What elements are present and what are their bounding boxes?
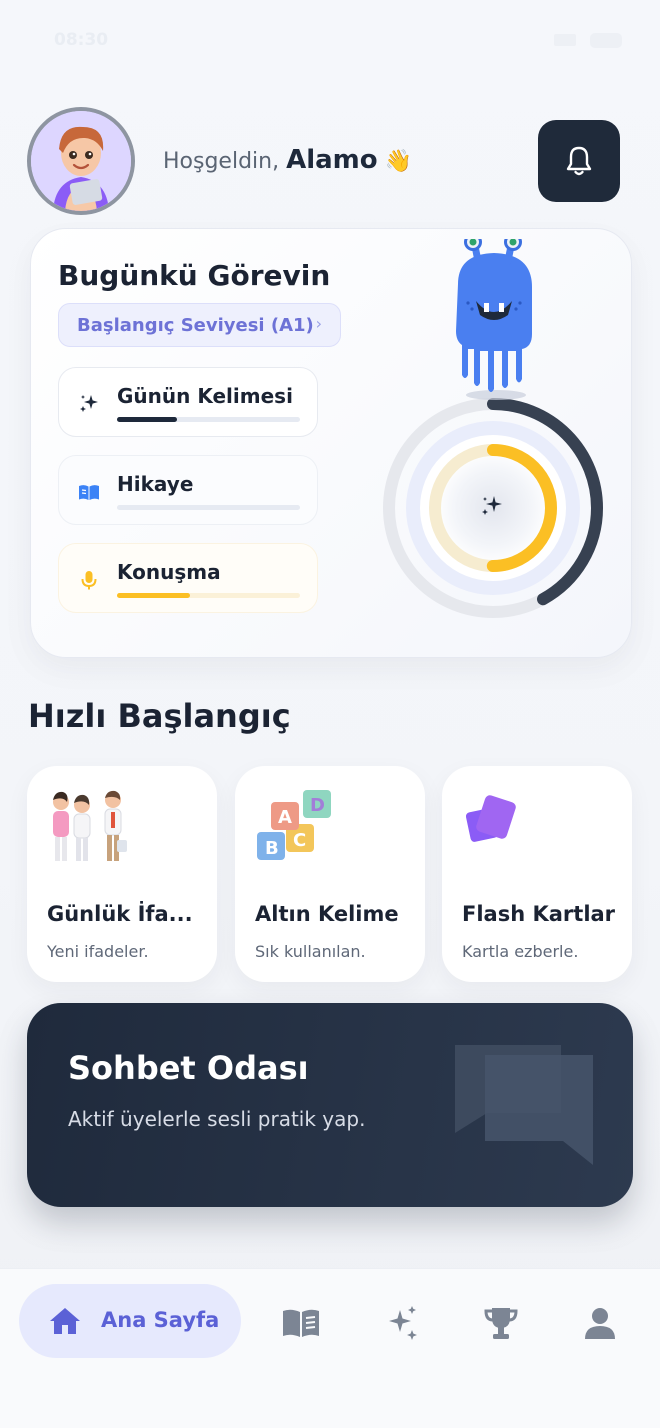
task-progress-track [117,593,300,598]
chat-room-subtitle: Aktif üyelerle sesli pratik yap. [68,1107,366,1131]
nav-profile[interactable] [580,1305,620,1341]
notifications-button[interactable] [538,120,620,202]
avatar-illustration [31,111,131,211]
level-label: Başlangıç Seviyesi (A1) [77,314,314,336]
task-progress-track [117,505,300,510]
svg-text:C: C [293,830,306,851]
quick-card-subtitle: Yeni ifadeler. [47,942,149,961]
quick-card-daily-phrases[interactable]: Günlük İfa... Yeni ifadeler. [27,766,217,982]
progress-ring-graphic [383,233,603,618]
level-chip[interactable]: Başlangıç Seviyesi (A1) › [58,303,341,347]
book-icon [283,1309,319,1337]
svg-text:A: A [278,807,292,828]
battery-icon [590,33,622,48]
wave-emoji-icon: 👋 [384,149,413,174]
chat-bubbles-icon [455,1045,593,1165]
book-icon [79,485,99,500]
nav-library[interactable] [281,1305,321,1341]
sparkles-icon [80,395,98,412]
chat-room-card[interactable]: Sohbet Odası Aktif üyelerle sesli pratik… [27,1003,633,1207]
trophy-icon [484,1308,518,1339]
svg-text:B: B [265,838,279,859]
quick-card-golden-word[interactable]: B C A D Altın Kelime Sık kullanılan. [235,766,425,982]
task-item-word-of-day[interactable]: Günün Kelimesi [58,367,318,437]
quick-card-title: Flash Kartlar [462,902,616,926]
sparkles-icon [389,1306,417,1340]
task-item-label: Hikaye [117,472,194,496]
quick-card-subtitle: Kartla ezberle. [462,942,579,961]
svg-text:D: D [310,795,325,816]
task-item-story[interactable]: Hikaye [58,455,318,525]
quick-card-flash-cards[interactable]: Flash Kartlar Kartla ezberle. [442,766,632,982]
task-item-speaking[interactable]: Konuşma [58,543,318,613]
greeting-prefix: Hoşgeldin, [163,149,280,174]
status-bar: 08:30 [0,28,660,54]
chat-room-title: Sohbet Odası [68,1049,309,1087]
nav-home-label: Ana Sayfa [101,1308,220,1332]
nav-leaderboard[interactable] [481,1305,521,1341]
home-icon [50,1308,80,1334]
nav-ai[interactable] [381,1305,421,1341]
task-progress-fill [117,417,178,422]
quick-start-title: Hızlı Başlangıç [28,697,291,735]
user-icon [585,1308,615,1339]
daily-task-title: Bugünkü Görevin [58,259,331,292]
task-progress-track [117,417,300,422]
wifi-icon [554,34,576,46]
quick-card-title: Altın Kelime [255,902,399,926]
daily-task-card: Bugünkü Görevin Başlangıç Seviyesi (A1) … [30,228,632,658]
microphone-icon [81,571,97,590]
bell-icon [566,146,592,176]
chevron-right-icon: › [315,314,322,333]
people-talking-icon [53,790,127,861]
avatar[interactable] [27,107,135,215]
greeting: Hoşgeldin, Alamo 👋 [163,145,412,175]
monster-mascot [456,233,532,400]
progress-ring[interactable] [376,233,616,629]
nav-home[interactable]: Ana Sayfa [19,1284,241,1358]
bottom-nav: Ana Sayfa [0,1268,660,1428]
task-item-label: Günün Kelimesi [117,384,293,408]
user-name: Alamo [286,145,378,175]
task-progress-fill [117,593,191,598]
flash-cards-icon [465,795,516,842]
task-item-label: Konuşma [117,560,221,584]
quick-card-title: Günlük İfa... [47,902,193,926]
quick-card-subtitle: Sık kullanılan. [255,942,366,961]
status-time: 08:30 [54,30,109,50]
abc-blocks-icon: B C A D [257,790,331,860]
